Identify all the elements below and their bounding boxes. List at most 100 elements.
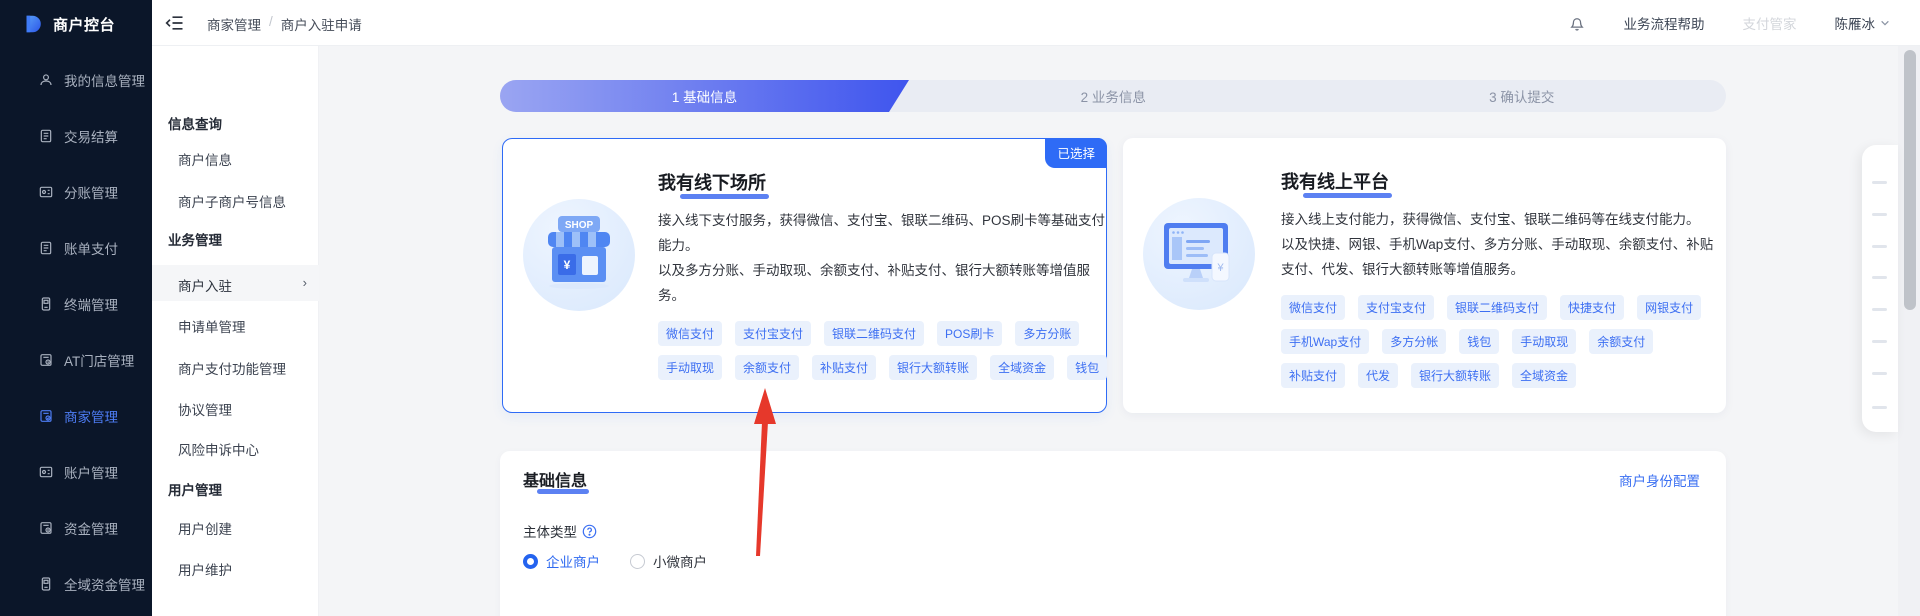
chevron-down-icon xyxy=(1880,18,1890,28)
anchor-dash[interactable] xyxy=(1872,372,1887,375)
subject-type-label: 主体类型 xyxy=(523,521,597,541)
scrollbar-thumb[interactable] xyxy=(1904,50,1916,310)
brand-logo[interactable]: 商户控台 xyxy=(22,13,115,35)
brand-name: 商户控台 xyxy=(53,14,115,35)
feature-tag: 钱包 xyxy=(1067,355,1107,380)
anchor-dash[interactable] xyxy=(1872,308,1887,311)
feature-tag: 支付宝支付 xyxy=(1358,295,1434,320)
merchant-icon xyxy=(38,408,54,424)
sidebar-item-at-store[interactable]: AT门店管理 xyxy=(0,345,152,375)
collapse-sidebar-icon[interactable] xyxy=(165,13,185,33)
storefront-icon: SHOP ¥ xyxy=(534,210,624,300)
user-menu[interactable]: 陈雁冰 xyxy=(1835,13,1891,33)
submenu-item-merchant-info[interactable]: 商户信息 xyxy=(178,149,232,169)
radio-micro-merchant[interactable]: 小微商户 xyxy=(630,551,707,571)
offline-card-title: 我有线下场所 xyxy=(658,169,766,195)
user-icon xyxy=(38,72,54,88)
online-card-title: 我有线上平台 xyxy=(1281,168,1389,194)
feature-tag: POS刷卡 xyxy=(937,321,1002,346)
settlement-doc-icon xyxy=(38,128,54,144)
offline-card-description: 接入线下支付服务，获得微信、支付宝、银联二维码、POS刷卡等基础支付能力。 以及… xyxy=(658,208,1110,308)
brand-logo-icon xyxy=(22,13,44,35)
feature-tag: 手机Wap支付 xyxy=(1281,329,1369,354)
submenu-item-merchant-onboarding[interactable]: 商户入驻 › xyxy=(152,265,319,301)
sidebar-item-account-mgmt[interactable]: 账户管理 xyxy=(0,457,152,487)
secondary-sidebar: 信息查询 商户信息 商户子商户号信息 业务管理 商户入驻 › 申请单管理 商户支… xyxy=(152,46,319,616)
feature-tag: 微信支付 xyxy=(1281,295,1345,320)
breadcrumb-current: 商户入驻申请 xyxy=(281,14,362,34)
anchor-dash[interactable] xyxy=(1872,340,1887,343)
svg-text:¥: ¥ xyxy=(564,258,571,272)
feature-tag: 微信支付 xyxy=(658,321,722,346)
submenu-item-user-create[interactable]: 用户创建 xyxy=(178,518,232,538)
anchor-dash[interactable] xyxy=(1872,213,1887,216)
merchant-identity-config-link[interactable]: 商户身份配置 xyxy=(1619,470,1700,490)
terminal-icon xyxy=(38,296,54,312)
sidebar-item-funds-mgmt[interactable]: 资金管理 xyxy=(0,513,152,543)
feature-tag: 银联二维码支付 xyxy=(1447,295,1547,320)
monitor-icon: ¥ xyxy=(1154,209,1244,299)
top-header: 商家管理 / 商户入驻申请 业务流程帮助 支付管家 陈雁冰 xyxy=(152,0,1920,46)
step-confirm-submit[interactable]: 3 确认提交 xyxy=(1318,80,1727,112)
submenu-item-sub-merchant-info[interactable]: 商户子商户号信息 xyxy=(178,191,286,211)
wizard-stepper: 1 基础信息 2 业务信息 3 确认提交 xyxy=(500,80,1726,112)
submenu-item-payment-function[interactable]: 商户支付功能管理 xyxy=(178,358,286,378)
svg-text:SHOP: SHOP xyxy=(565,220,594,231)
merchant-console-app: 商户控台 我的信息管理 交易结算 分账管理 账单支付 终端管理 AT门店管理 xyxy=(0,0,1920,616)
bill-icon xyxy=(38,240,54,256)
funds-icon xyxy=(38,520,54,536)
feature-tag: 手动取现 xyxy=(658,355,722,380)
online-platform-card[interactable]: ¥ 我有线上平台 接入线上支付能力，获得微信、支付宝、银联二维码等在线支付能力。… xyxy=(1123,138,1726,413)
sidebar-item-merchant-mgmt[interactable]: 商家管理 xyxy=(0,401,152,431)
sidebar-item-my-info[interactable]: 我的信息管理 xyxy=(0,65,152,95)
anchor-dash[interactable] xyxy=(1872,406,1887,409)
feature-tag: 钱包 xyxy=(1459,329,1499,354)
money-doc-icon xyxy=(38,184,54,200)
feature-tag: 支付宝支付 xyxy=(735,321,811,346)
radio-enterprise-merchant[interactable]: 企业商户 xyxy=(523,551,600,571)
sidebar-item-settlement[interactable]: 交易结算 xyxy=(0,121,152,151)
online-feature-tags: 微信支付支付宝支付银联二维码支付快捷支付网银支付手机Wap支付多方分帐钱包手动取… xyxy=(1281,295,1717,388)
submenu-item-application-mgmt[interactable]: 申请单管理 xyxy=(178,316,246,336)
anchor-dash[interactable] xyxy=(1872,276,1887,279)
offline-feature-tags: 微信支付支付宝支付银联二维码支付POS刷卡多方分账手动取现余额支付补贴支付银行大… xyxy=(658,321,1110,380)
feature-tag: 快捷支付 xyxy=(1560,295,1624,320)
feature-tag: 全域资金 xyxy=(990,355,1054,380)
subject-type-radio-group: 企业商户 小微商户 xyxy=(523,551,707,571)
storefront-illustration: SHOP ¥ xyxy=(523,199,635,311)
global-funds-icon xyxy=(38,576,54,592)
breadcrumb-section[interactable]: 商家管理 xyxy=(207,14,261,34)
radio-selected-icon xyxy=(523,554,538,569)
primary-sidebar: 商户控台 我的信息管理 交易结算 分账管理 账单支付 终端管理 AT门店管理 xyxy=(0,0,152,616)
submenu-group-user-mgmt: 用户管理 xyxy=(168,479,222,499)
chevron-right-icon: › xyxy=(303,275,307,290)
feature-tag: 手动取现 xyxy=(1512,329,1576,354)
store-audit-icon xyxy=(38,352,54,368)
submenu-item-agreement-mgmt[interactable]: 协议管理 xyxy=(178,399,232,419)
help-link[interactable]: 业务流程帮助 xyxy=(1624,13,1705,33)
offline-venue-card[interactable]: 已选择 SHOP ¥ 我有线下场所 接入线下支付服务，获得微信、支付宝、银联二维… xyxy=(502,138,1107,413)
sidebar-item-split-account[interactable]: 分账管理 xyxy=(0,177,152,207)
basic-info-panel: 基础信息 商户身份配置 主体类型 企业商户 小微商户 xyxy=(500,451,1726,616)
sidebar-item-bill-pay[interactable]: 账单支付 xyxy=(0,233,152,263)
user-name: 陈雁冰 xyxy=(1835,13,1876,33)
anchor-dash[interactable] xyxy=(1872,181,1887,184)
help-question-icon[interactable] xyxy=(582,524,597,539)
step-business-info[interactable]: 2 业务信息 xyxy=(909,80,1318,112)
anchor-dash[interactable] xyxy=(1872,245,1887,248)
svg-text:¥: ¥ xyxy=(1216,262,1224,274)
header-actions: 业务流程帮助 支付管家 陈雁冰 xyxy=(1568,0,1891,46)
online-card-description: 接入线上支付能力，获得微信、支付宝、银联二维码等在线支付能力。 以及快捷、网银、… xyxy=(1281,207,1717,282)
submenu-item-risk-appeal[interactable]: 风险申诉中心 xyxy=(178,439,259,459)
feature-tag: 多方分帐 xyxy=(1382,329,1446,354)
assistant-link[interactable]: 支付管家 xyxy=(1743,13,1797,33)
breadcrumb-separator: / xyxy=(269,14,273,34)
sidebar-item-global-funds[interactable]: 全域资金管理 xyxy=(0,569,152,599)
step-basic-info[interactable]: 1 基础信息 xyxy=(500,80,909,112)
submenu-item-user-maintain[interactable]: 用户维护 xyxy=(178,559,232,579)
sidebar-item-terminal[interactable]: 终端管理 xyxy=(0,289,152,319)
submenu-group-business-mgmt: 业务管理 xyxy=(168,229,222,249)
notification-bell-icon[interactable] xyxy=(1568,14,1586,32)
feature-tag: 余额支付 xyxy=(735,355,799,380)
submenu-group-info-query: 信息查询 xyxy=(168,113,222,133)
